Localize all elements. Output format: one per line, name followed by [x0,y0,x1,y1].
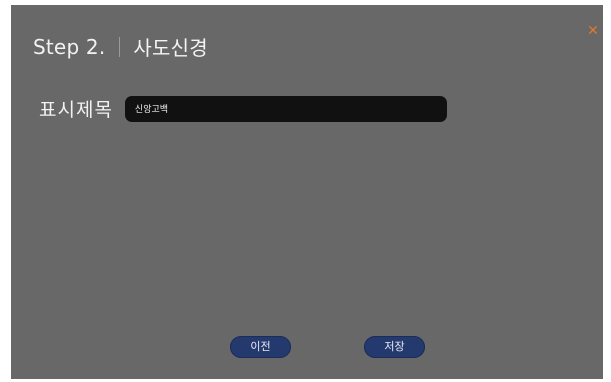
dialog-panel: Step 2. 사도신경 ✕ 표시제목 이전 저장 [11,5,603,379]
display-title-row: 표시제목 [39,95,447,122]
display-title-input[interactable] [124,95,447,122]
dialog-header: Step 2. 사도신경 [33,32,208,61]
header-divider [119,36,121,57]
step-indicator: Step 2. [33,34,106,59]
dialog-title: 사도신경 [133,36,208,60]
save-button[interactable]: 저장 [364,336,425,358]
prev-button[interactable]: 이전 [230,336,291,358]
close-icon[interactable]: ✕ [585,23,601,39]
display-title-label: 표시제목 [39,99,113,121]
